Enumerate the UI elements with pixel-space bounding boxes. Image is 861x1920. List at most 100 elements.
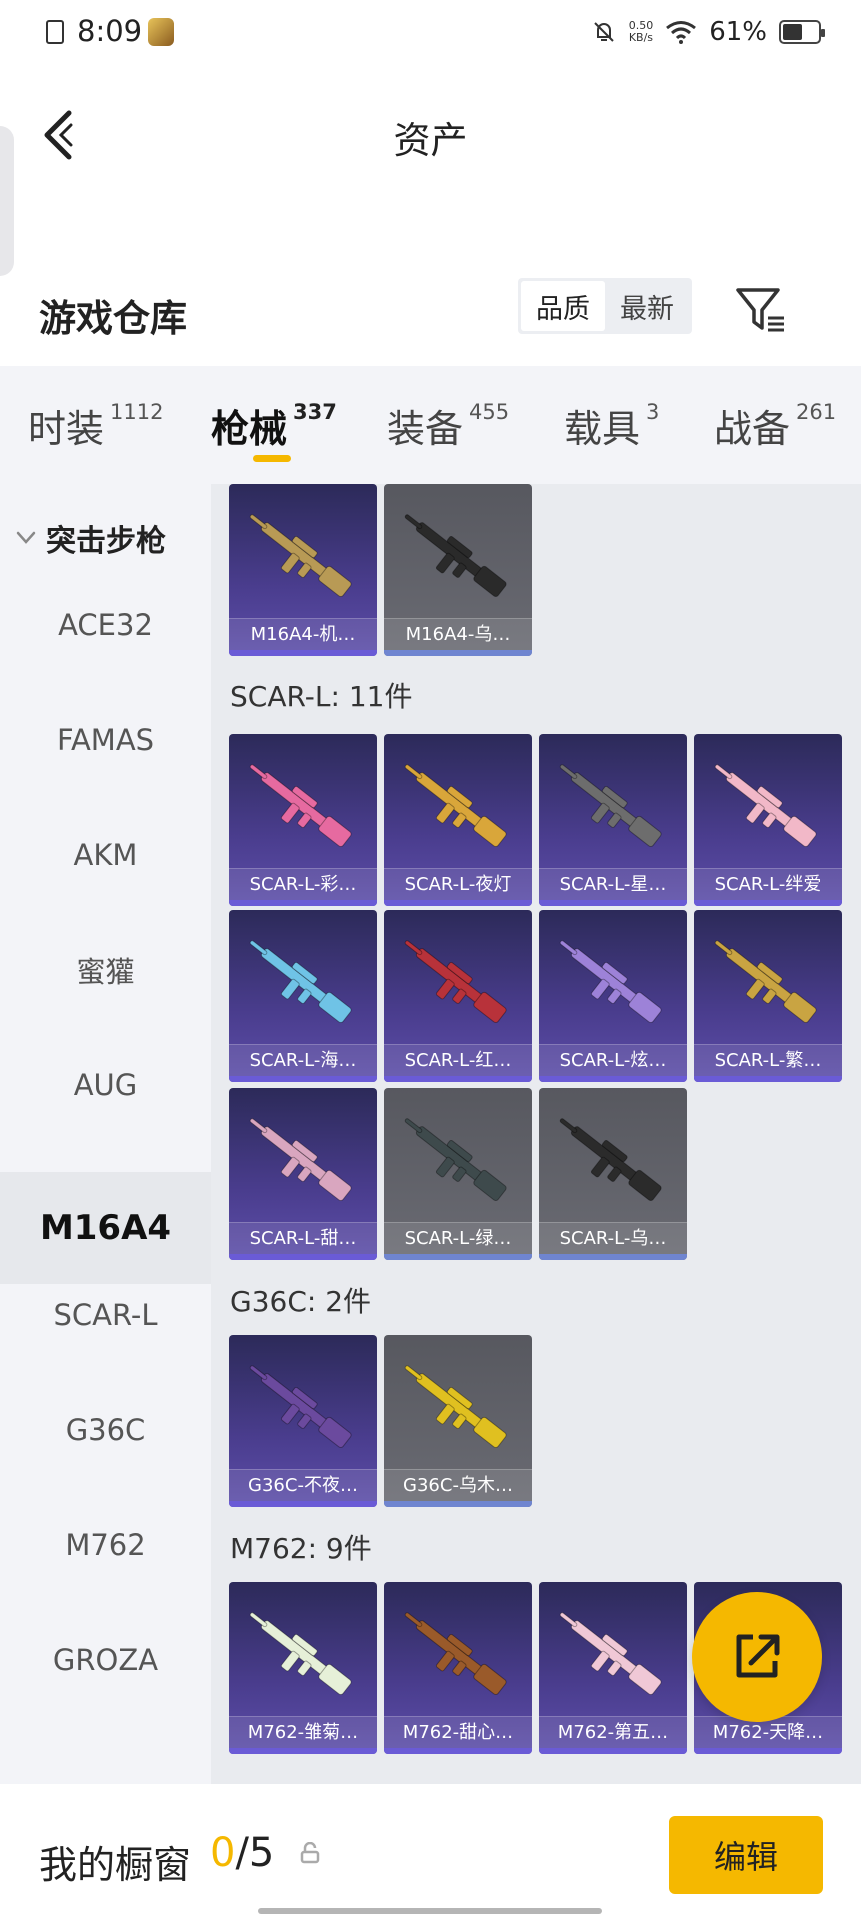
rifle-icon — [559, 1612, 662, 1696]
share-fab[interactable] — [692, 1592, 822, 1722]
wifi-icon — [666, 21, 697, 44]
skin-card[interactable]: SCAR-L-红… — [384, 910, 532, 1082]
rifle-icon — [404, 1365, 507, 1449]
skin-card[interactable]: SCAR-L-乌… — [539, 1088, 687, 1260]
sort-quality-option[interactable]: 品质 — [521, 281, 605, 331]
skin-name: M16A4-机… — [229, 618, 377, 650]
rifle-icon — [559, 940, 662, 1024]
skin-name: G36C-不夜… — [229, 1469, 377, 1501]
rarity-bar — [539, 1254, 687, 1260]
rarity-bar — [229, 1748, 377, 1754]
rarity-bar — [694, 1076, 842, 1082]
tab-equipment[interactable]: 装备 455 — [387, 398, 509, 453]
sidebar-group-assault-rifles[interactable]: 突击步枪 — [16, 516, 166, 560]
skin-card[interactable]: G36C-乌木… — [384, 1335, 532, 1507]
rarity-bar — [229, 1501, 377, 1507]
rifle-icon — [714, 764, 817, 848]
rifle-icon — [404, 940, 507, 1024]
skin-name: M762-甜心… — [384, 1716, 532, 1748]
chevron-down-icon — [16, 531, 36, 544]
rifle-icon — [404, 764, 507, 848]
weapon-type-sidebar: 突击步枪 ACE32 FAMAS AKM 蜜獾 AUG M16A4 SCAR-L… — [0, 484, 211, 1784]
rarity-bar — [384, 1076, 532, 1082]
page-title: 资产 — [393, 119, 468, 162]
rifle-icon — [249, 514, 352, 598]
skin-name: SCAR-L-夜灯 — [384, 868, 532, 900]
tab-vehicles[interactable]: 载具 3 — [564, 398, 659, 453]
skin-card[interactable]: SCAR-L-彩… — [229, 734, 377, 906]
skin-name: SCAR-L-炫… — [539, 1044, 687, 1076]
rifle-icon — [404, 1118, 507, 1202]
rifle-icon — [249, 1365, 352, 1449]
rifle-icon — [249, 1118, 352, 1202]
nav-bar: 资产 — [0, 66, 861, 276]
edit-button[interactable]: 编辑 — [669, 1816, 823, 1894]
sidebar-item-akm[interactable]: AKM — [0, 799, 211, 911]
skin-card[interactable]: SCAR-L-星… — [539, 734, 687, 906]
active-tab-indicator — [253, 455, 291, 462]
lock-icon — [300, 1842, 320, 1864]
warehouse-title: 游戏仓库 — [39, 297, 187, 340]
tab-supplies[interactable]: 战备 261 — [714, 398, 836, 453]
rarity-bar — [694, 900, 842, 906]
status-time: 8:09 — [77, 14, 143, 48]
sidebar-item-m762[interactable]: M762 — [0, 1489, 211, 1601]
tab-firearms[interactable]: 枪械 337 — [211, 398, 337, 453]
status-right: 0.50 KB/s 61% — [591, 14, 825, 50]
rifle-icon — [249, 764, 352, 848]
skin-card[interactable]: SCAR-L-繁… — [694, 910, 842, 1082]
asset-screen: 8:09 0.50 KB/s 61% 资产 游戏仓库 品质 最新 时装 1112… — [0, 0, 861, 1920]
sidebar-item-aug[interactable]: AUG — [0, 1029, 211, 1141]
rarity-bar — [229, 1076, 377, 1082]
rarity-bar — [384, 1501, 532, 1507]
skin-card[interactable]: SCAR-L-甜… — [229, 1088, 377, 1260]
skin-card[interactable]: M762-甜心… — [384, 1582, 532, 1754]
filter-icon — [736, 288, 784, 332]
skin-name: M16A4-乌… — [384, 618, 532, 650]
rarity-bar — [384, 1748, 532, 1754]
sidebar-item-scar-l[interactable]: SCAR-L — [0, 1259, 211, 1371]
section-title-g36c: G36C: 2件 — [230, 1285, 372, 1318]
share-out-icon — [736, 1634, 780, 1678]
skin-name: M762-雏菊… — [229, 1716, 377, 1748]
rifle-icon — [404, 514, 507, 598]
sidebar-item-ace32[interactable]: ACE32 — [0, 569, 211, 681]
skin-name: SCAR-L-星… — [539, 868, 687, 900]
skin-card[interactable]: M16A4-乌… — [384, 484, 532, 656]
skin-card[interactable]: SCAR-L-绊爱 — [694, 734, 842, 906]
showcase-count: 0/5 — [210, 1830, 275, 1876]
skin-card[interactable]: SCAR-L-夜灯 — [384, 734, 532, 906]
rarity-bar — [229, 1254, 377, 1260]
sort-newest-option[interactable]: 最新 — [605, 281, 689, 331]
skin-card[interactable]: SCAR-L-绿… — [384, 1088, 532, 1260]
filter-button[interactable] — [734, 284, 788, 336]
sidebar-item-groza[interactable]: GROZA — [0, 1604, 211, 1716]
rarity-bar — [539, 900, 687, 906]
tab-fashion[interactable]: 时装 1112 — [28, 398, 163, 453]
skin-card[interactable]: SCAR-L-炫… — [539, 910, 687, 1082]
skin-name: M762-第五… — [539, 1716, 687, 1748]
rarity-bar — [539, 1748, 687, 1754]
sidebar-item-honey-badger[interactable]: 蜜獾 — [0, 914, 211, 1026]
sidebar-item-famas[interactable]: FAMAS — [0, 684, 211, 796]
sort-toggle: 品质 最新 — [518, 278, 692, 334]
skin-name: SCAR-L-甜… — [229, 1222, 377, 1254]
skin-card[interactable]: M762-雏菊… — [229, 1582, 377, 1754]
rarity-bar — [539, 1076, 687, 1082]
battery-icon — [779, 20, 825, 44]
category-tabs: 时装 1112 枪械 337 装备 455 载具 3 战备 261 — [0, 366, 861, 484]
sidebar-item-g36c[interactable]: G36C — [0, 1374, 211, 1486]
skin-card[interactable]: G36C-不夜… — [229, 1335, 377, 1507]
rarity-bar — [384, 650, 532, 656]
skin-card[interactable]: M762-第五… — [539, 1582, 687, 1754]
skin-name: SCAR-L-乌… — [539, 1222, 687, 1254]
skin-card[interactable]: SCAR-L-海… — [229, 910, 377, 1082]
skin-name: SCAR-L-繁… — [694, 1044, 842, 1076]
skin-grid: SCAR-L: 11件 G36C: 2件 M762: 9件 M16A4-机… M1… — [211, 484, 861, 1784]
home-indicator — [258, 1908, 602, 1914]
skin-name: SCAR-L-红… — [384, 1044, 532, 1076]
battery-level — [783, 24, 803, 40]
skin-card[interactable]: M16A4-机… — [229, 484, 377, 656]
rifle-icon — [249, 940, 352, 1024]
showcase-label: 我的橱窗 — [39, 1843, 192, 1887]
